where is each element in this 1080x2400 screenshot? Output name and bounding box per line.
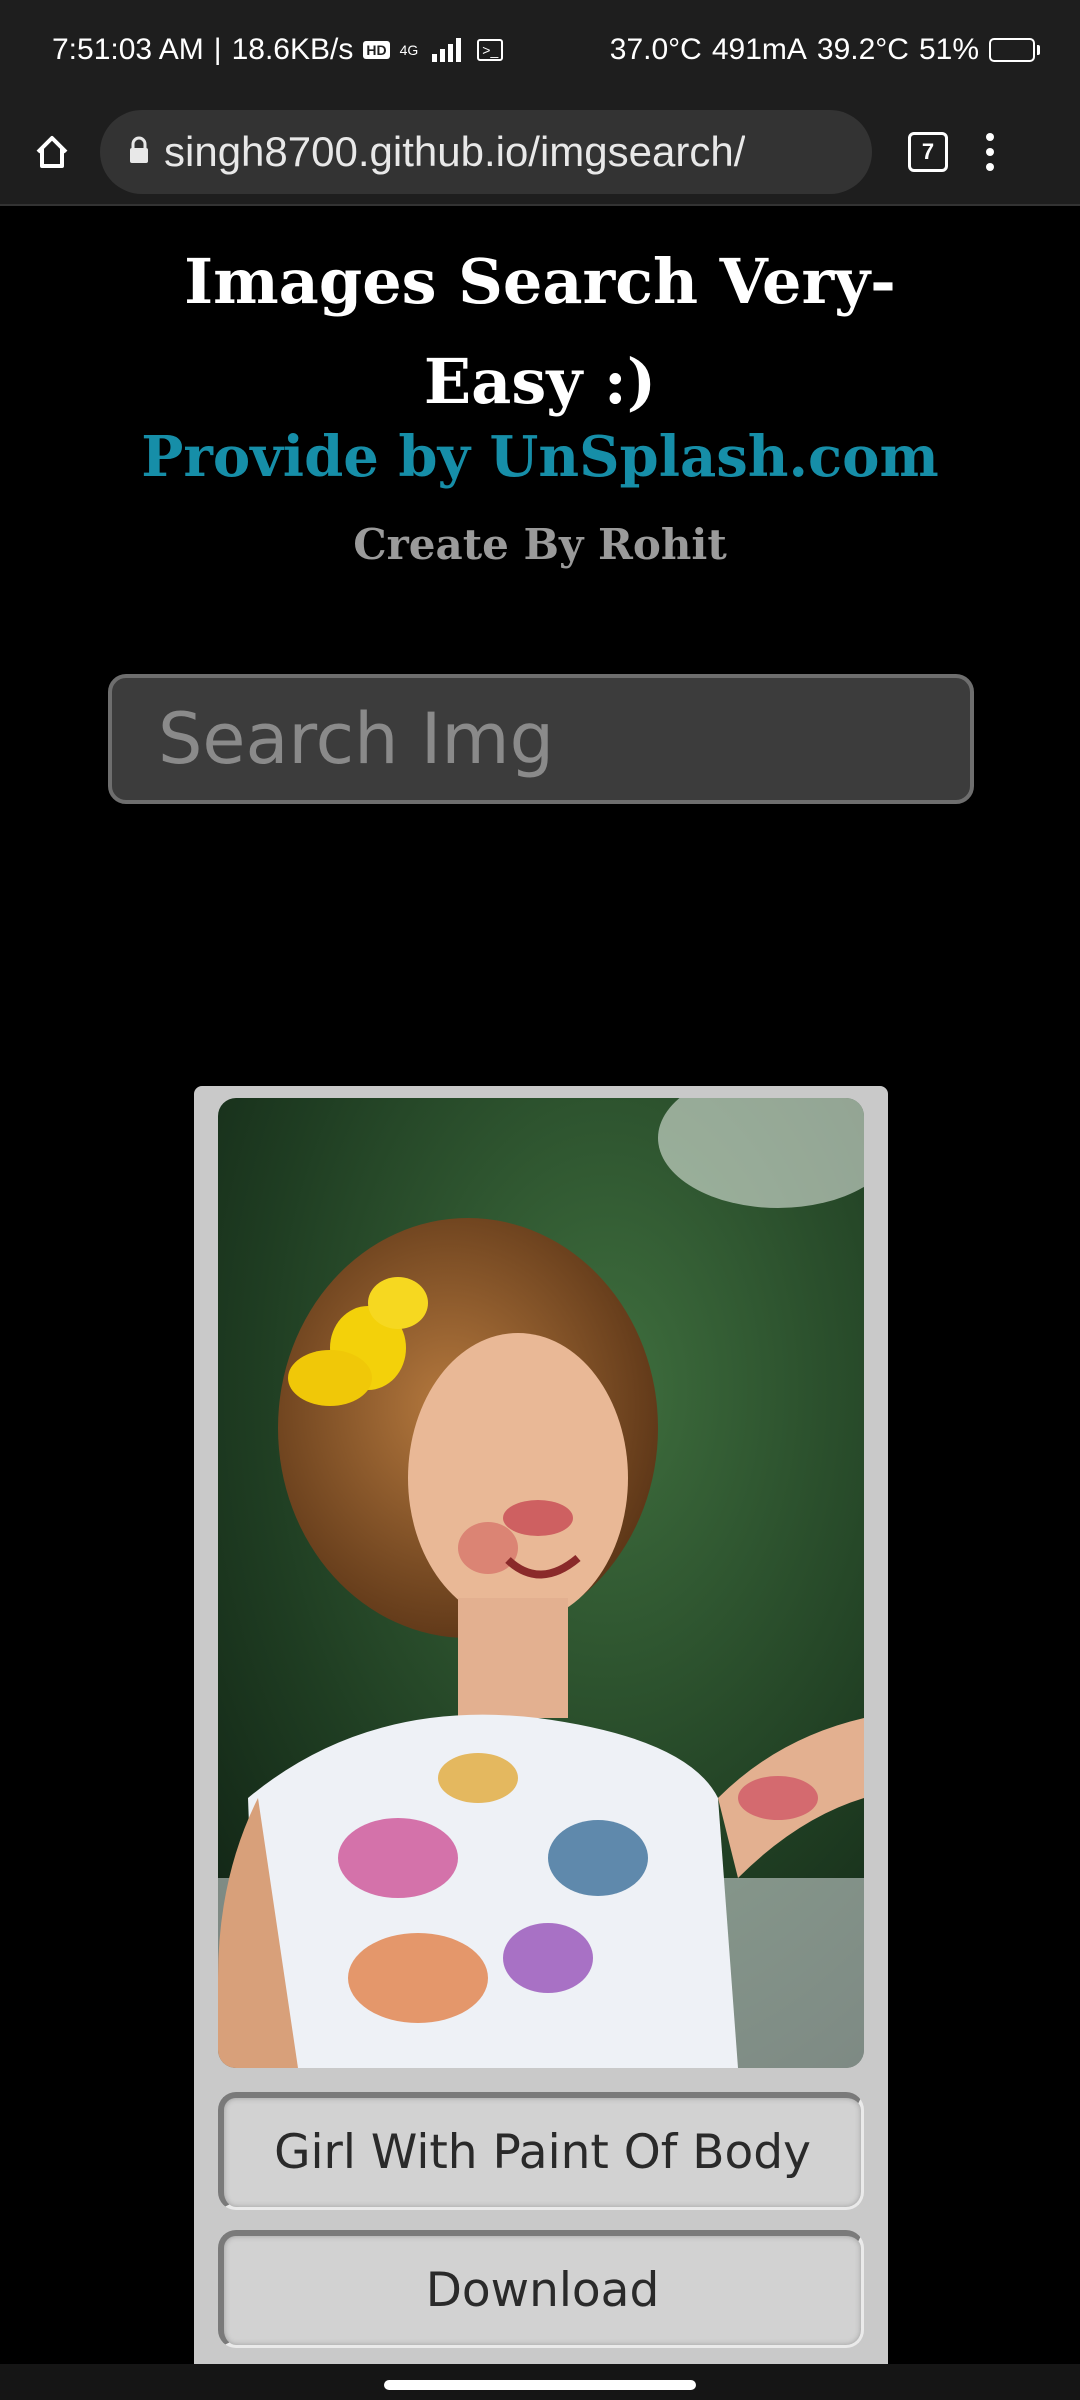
terminal-icon: >_ bbox=[477, 39, 504, 61]
caption-button[interactable]: Girl With Paint Of Body bbox=[218, 2092, 864, 2210]
search-input[interactable] bbox=[108, 674, 974, 804]
tabs-icon[interactable]: 7 bbox=[908, 132, 948, 172]
page-author: Create By Rohit bbox=[353, 520, 727, 569]
status-bar: 7:51:03 AM | 18.6KB/s HD 4G >_ 37.0°C 49… bbox=[0, 0, 1080, 100]
status-net-speed: 18.6KB/s bbox=[231, 33, 354, 66]
result-image[interactable] bbox=[218, 1098, 864, 2068]
status-time: 7:51:03 AM bbox=[52, 33, 204, 66]
page-title-line-1: Images Search Very- bbox=[184, 245, 896, 318]
status-left: 7:51:03 AM | 18.6KB/s HD 4G >_ bbox=[52, 33, 504, 67]
page-title-line-2: Easy :) bbox=[423, 345, 657, 418]
page-title: Images Search Very- Easy :) bbox=[0, 232, 1080, 432]
status-temp-2: 39.2°C bbox=[816, 33, 909, 66]
battery-icon bbox=[989, 38, 1040, 62]
browser-toolbar: singh8700.github.io/imgsearch/ 7 bbox=[0, 100, 1080, 206]
status-temp-1: 37.0°C bbox=[609, 33, 702, 66]
home-gesture-handle[interactable] bbox=[384, 2380, 696, 2390]
status-right: 37.0°C 491mA 39.2°C 51% bbox=[610, 33, 1040, 67]
home-icon[interactable] bbox=[24, 124, 80, 180]
hd-icon: HD bbox=[363, 41, 390, 59]
lock-icon bbox=[128, 135, 150, 170]
signal-icon bbox=[432, 38, 462, 62]
url-text: singh8700.github.io/imgsearch/ bbox=[164, 128, 746, 175]
result-card: Girl With Paint Of Body Download bbox=[194, 1086, 888, 2376]
network-type: 4G bbox=[399, 42, 419, 58]
status-current: 491mA bbox=[711, 33, 807, 66]
address-bar[interactable]: singh8700.github.io/imgsearch/ bbox=[100, 110, 872, 194]
overflow-menu-icon[interactable] bbox=[986, 133, 994, 171]
battery-percent: 51% bbox=[918, 33, 979, 66]
gesture-bar bbox=[0, 2364, 1080, 2400]
page-subtitle: Provide by UnSplash.com bbox=[141, 424, 939, 490]
download-button[interactable]: Download bbox=[218, 2230, 864, 2348]
